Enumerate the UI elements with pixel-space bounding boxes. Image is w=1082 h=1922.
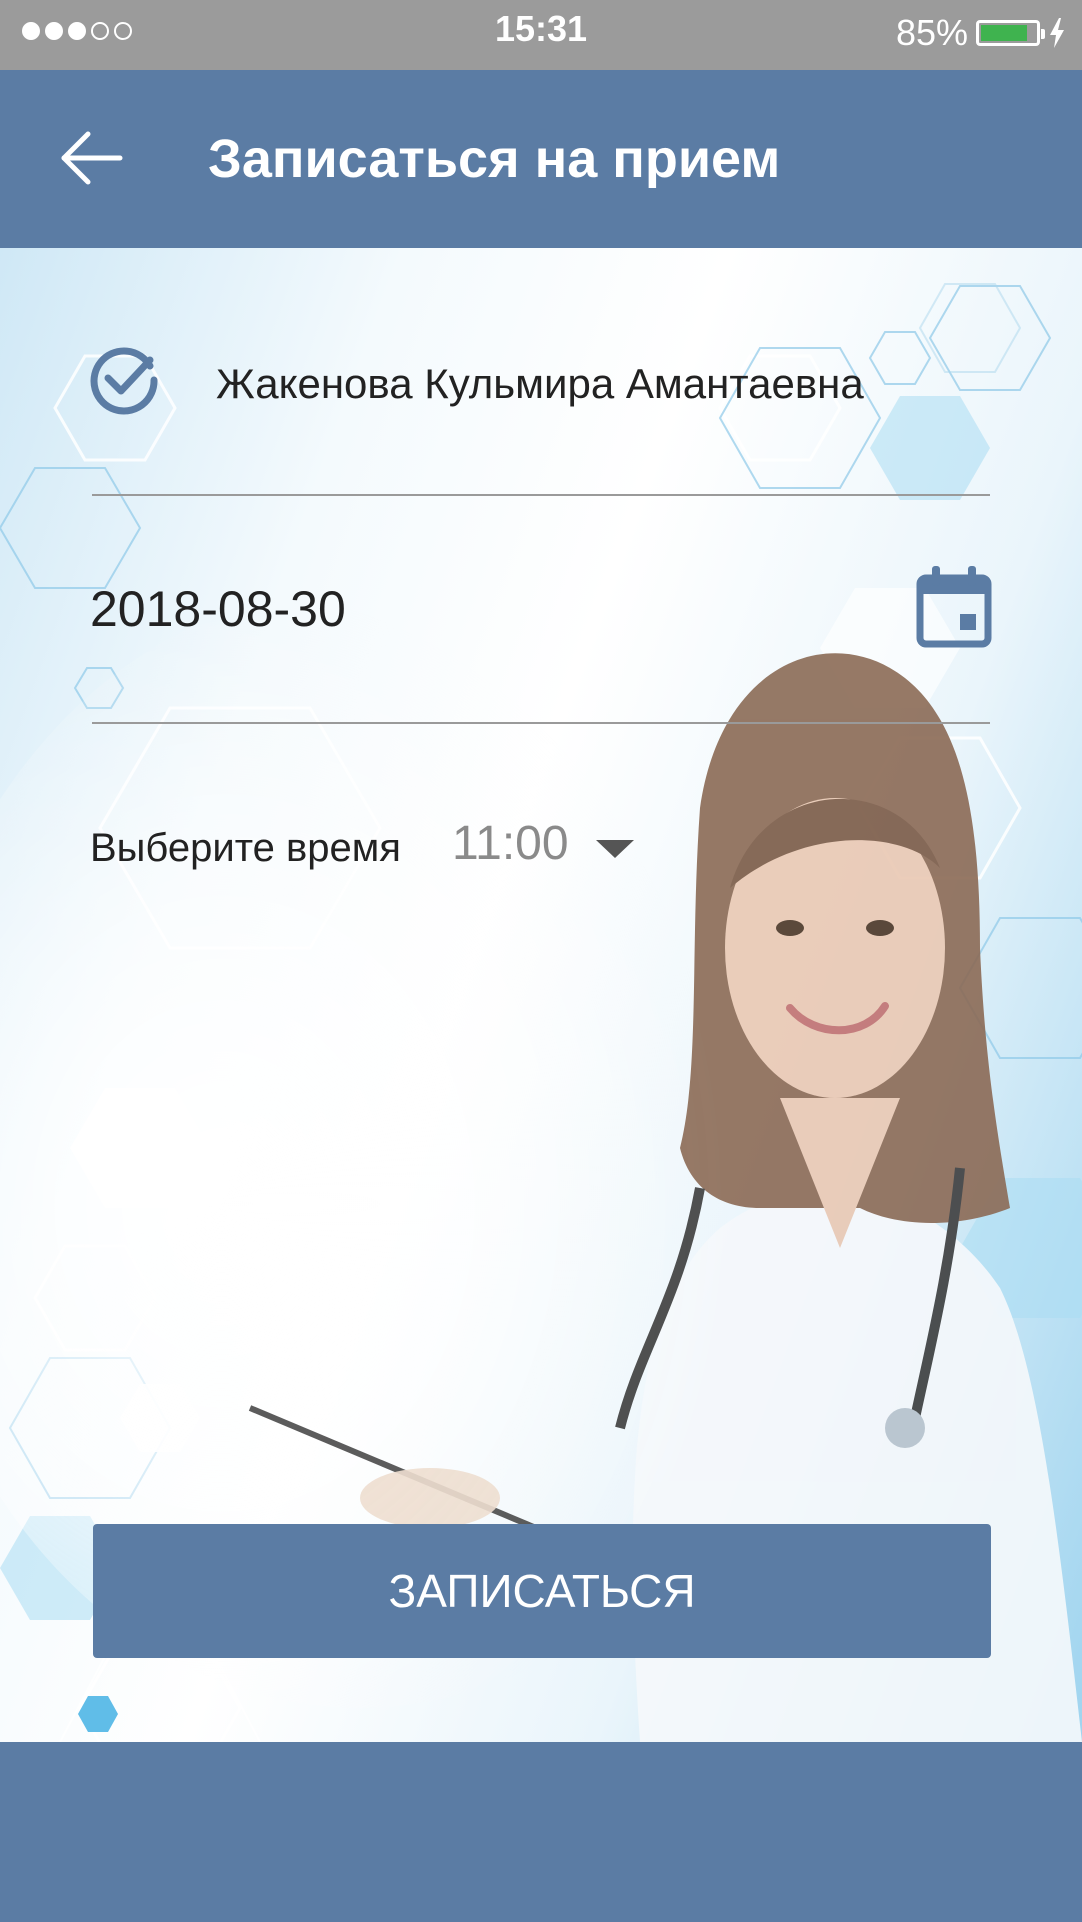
time-value: 11:00	[452, 817, 569, 870]
back-button[interactable]	[58, 128, 128, 188]
date-value: 2018-08-30	[90, 581, 346, 637]
arrow-left-icon	[61, 131, 123, 185]
battery-percent: 85%	[895, 12, 968, 53]
hexagon-background	[0, 283, 1082, 1742]
battery-status: 85%	[896, 12, 1066, 54]
time-row: Выберите время 11:00	[0, 808, 1082, 888]
submit-button[interactable]: ЗАПИСАТЬСЯ	[93, 1524, 991, 1658]
battery-tip	[1041, 29, 1045, 39]
time-select[interactable]: 11:00	[450, 808, 650, 878]
doctor-row: Жакенова Кульмира Амантаевна	[0, 338, 1082, 458]
appointment-form: Жакенова Кульмира Амантаевна 2018-08-30 …	[0, 248, 1082, 1742]
status-bar: 15:31 85%	[0, 0, 1082, 70]
lightning-icon	[1050, 18, 1064, 48]
battery-icon	[976, 20, 1045, 46]
footer-bar	[0, 1742, 1082, 1922]
divider	[92, 722, 990, 724]
doctor-name: Жакенова Кульмира Амантаевна	[216, 360, 864, 407]
divider	[92, 494, 990, 496]
calendar-icon[interactable]	[916, 564, 992, 648]
time-label: Выберите время	[90, 826, 401, 870]
caret-down-icon	[596, 840, 634, 858]
app-header: Записаться на прием	[0, 70, 1082, 248]
app-screen: 15:31 85% Записаться на прием Жакенова К…	[0, 0, 1082, 1922]
check-circle-icon	[90, 347, 158, 415]
battery-level-fill	[981, 25, 1027, 41]
date-field[interactable]: 2018-08-30	[0, 558, 1082, 668]
page-title: Записаться на прием	[208, 129, 781, 189]
